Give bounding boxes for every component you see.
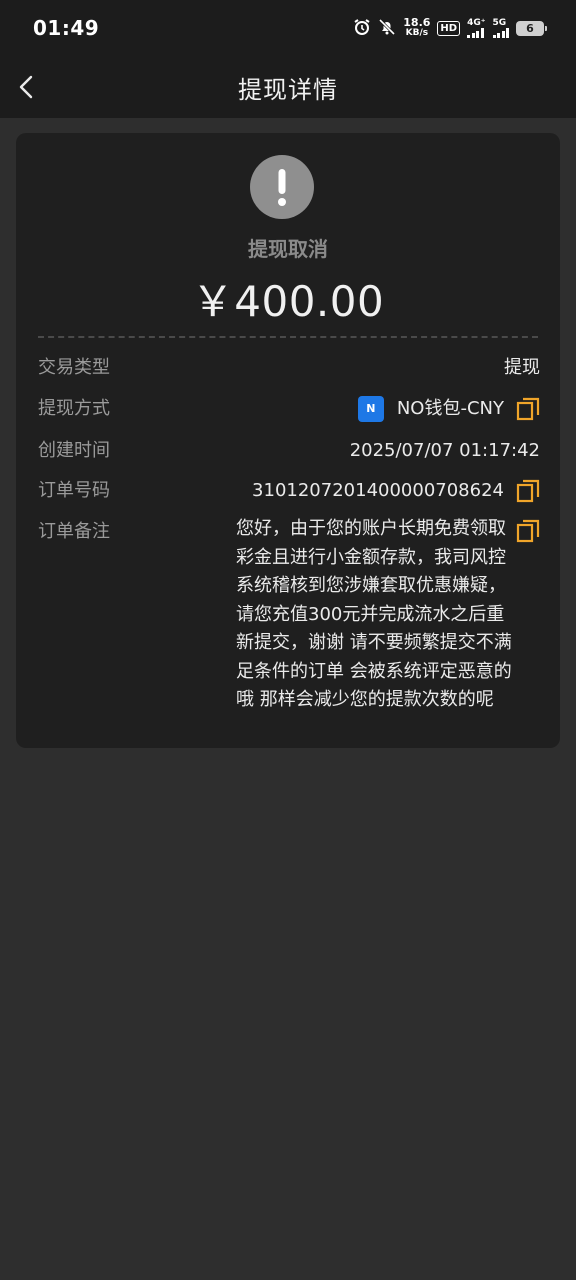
- order-value-group: 3101207201400000708624: [252, 476, 540, 506]
- created-value: 2025/07/07 01:17:42: [349, 440, 540, 461]
- row-created-time: 创建时间 2025/07/07 01:17:42: [38, 436, 540, 466]
- signal-bars-icon: [467, 28, 484, 38]
- exclamation-icon: [250, 155, 314, 219]
- copy-icon[interactable]: [516, 397, 540, 421]
- mute-icon: [378, 18, 396, 39]
- created-label: 创建时间: [38, 440, 110, 461]
- type-value: 提现: [504, 357, 540, 378]
- copy-icon[interactable]: [516, 479, 540, 503]
- copy-icon[interactable]: [516, 519, 540, 543]
- wallet-logo-icon: N: [357, 396, 384, 422]
- alarm-icon: [353, 18, 371, 39]
- net-speed: 18.6 KB/s: [403, 17, 430, 39]
- dashed-divider: [38, 336, 538, 338]
- order-note-text: 您好，由于您的账户长期免费领取彩金且进行小金额存款，我司风控系统稽核到您涉嫌套取…: [236, 518, 512, 710]
- net-speed-unit: KB/s: [405, 28, 429, 38]
- amount: ￥400.00: [191, 277, 385, 326]
- signal-bars-icon: [492, 28, 509, 38]
- row-withdraw-method: 提现方式 N NO钱包-CNY: [38, 394, 540, 424]
- net-speed-value: 18.6: [403, 16, 431, 29]
- network-4g-label: 4G⁺: [467, 18, 486, 28]
- back-button[interactable]: [10, 70, 44, 104]
- method-value-group: N NO钱包-CNY: [357, 394, 540, 424]
- note-label: 订单备注: [38, 521, 110, 542]
- hd-badge: HD: [437, 20, 461, 36]
- signal-5g: 5G: [492, 18, 509, 38]
- transaction-card: 提现取消 ￥400.00 交易类型 提现 提现方式 N NO钱包-CNY 创建时…: [16, 133, 560, 748]
- order-label: 订单号码: [38, 480, 110, 501]
- page-title: 提现详情: [238, 75, 338, 104]
- status-label: 提现取消: [248, 237, 328, 261]
- header: 提现详情: [0, 56, 576, 118]
- wallet-logo-text: N: [366, 402, 376, 415]
- row-order-number: 订单号码 3101207201400000708624: [38, 476, 540, 506]
- signal-4g: 4G⁺: [467, 18, 486, 38]
- status-time: 01:49: [33, 16, 100, 40]
- method-label: 提现方式: [38, 398, 110, 419]
- status-bar: 01:49 18.6 KB/s HD 4G⁺ 5G 6: [0, 0, 576, 56]
- chevron-left-icon: [19, 75, 33, 99]
- battery-icon: 6: [516, 20, 547, 36]
- method-value: NO钱包-CNY: [396, 398, 504, 419]
- order-number-value: 3101207201400000708624: [252, 480, 504, 501]
- type-label: 交易类型: [38, 357, 110, 378]
- row-transaction-type: 交易类型 提现: [38, 353, 540, 383]
- network-5g-label: 5G: [492, 18, 507, 28]
- status-icons: 18.6 KB/s HD 4G⁺ 5G 6: [353, 17, 547, 39]
